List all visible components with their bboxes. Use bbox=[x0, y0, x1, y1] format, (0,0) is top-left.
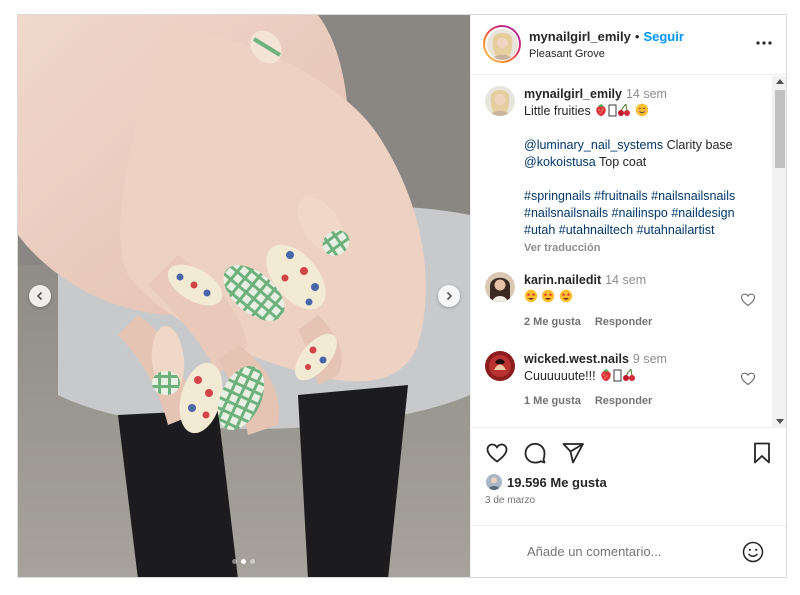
scrollbar-thumb[interactable] bbox=[775, 90, 785, 168]
scroll-up-arrow-icon[interactable] bbox=[776, 79, 784, 84]
avatar-image bbox=[486, 28, 518, 60]
comment-like-heart-icon[interactable] bbox=[740, 292, 756, 308]
hashtag-line[interactable]: #springnails #fruitnails #nailsnailsnail… bbox=[524, 188, 774, 205]
tofu-icon bbox=[608, 104, 617, 117]
author-username[interactable]: mynailgirl_emily bbox=[529, 29, 631, 44]
commenter-username[interactable]: wicked.west.nails bbox=[524, 352, 629, 366]
comment-time[interactable]: 14 sem bbox=[605, 273, 646, 287]
commenter-avatar[interactable] bbox=[485, 272, 515, 302]
post-dialog: mynailgirl_emily • Seguir Pleasant Grove bbox=[17, 14, 787, 578]
hashtag-line[interactable]: #nailsnailsnails #nailinspo #naildesign bbox=[524, 205, 774, 222]
reply-button[interactable]: Responder bbox=[595, 316, 652, 328]
cherries-emoji-icon bbox=[623, 368, 636, 381]
star-struck-emoji-icon bbox=[542, 289, 555, 303]
caption-username[interactable]: mynailgirl_emily bbox=[524, 87, 622, 101]
chevron-right-icon bbox=[446, 291, 453, 301]
add-comment-bar bbox=[471, 525, 786, 577]
strawberry-emoji-icon bbox=[601, 369, 611, 381]
comment-text: Cuuuuuute!!! bbox=[524, 369, 596, 383]
scroll-down-arrow-icon[interactable] bbox=[776, 419, 784, 424]
add-comment-input[interactable] bbox=[527, 544, 727, 559]
likes-count[interactable]: 19.596 Me gusta bbox=[507, 475, 607, 490]
post-actions-bar bbox=[471, 427, 786, 475]
star-struck-emoji-icon bbox=[524, 289, 538, 303]
reply-button[interactable]: Responder bbox=[595, 395, 652, 407]
comment-like-heart-icon[interactable] bbox=[740, 371, 756, 387]
commenter-avatar[interactable] bbox=[485, 351, 515, 381]
comment-text-line: Cuuuuuute!!! bbox=[524, 368, 734, 385]
likes-summary[interactable]: 19.596 Me gusta bbox=[485, 473, 607, 491]
mention-text: Top coat bbox=[599, 155, 647, 169]
author-avatar[interactable] bbox=[483, 25, 521, 63]
post-photo[interactable] bbox=[18, 15, 470, 577]
smiling-face-emoji-icon bbox=[635, 103, 648, 117]
heart-icon[interactable] bbox=[485, 441, 509, 465]
comment-meta: 1 Me gusta Responder bbox=[524, 395, 652, 407]
comment-text bbox=[524, 289, 734, 306]
chevron-left-icon bbox=[36, 291, 43, 301]
follow-button[interactable]: Seguir bbox=[643, 29, 683, 44]
mention-link[interactable]: @luminary_nail_systems bbox=[524, 138, 663, 152]
mention-text: Clarity base bbox=[666, 138, 733, 152]
caption-text: Little fruities bbox=[524, 104, 591, 118]
caption-line1: Little fruities bbox=[524, 103, 774, 120]
see-translation-link[interactable]: Ver traducción bbox=[524, 240, 774, 257]
more-horizontal-icon bbox=[756, 41, 772, 45]
send-icon[interactable] bbox=[561, 441, 585, 465]
nail-art-photo bbox=[18, 15, 470, 577]
caption-avatar[interactable] bbox=[485, 86, 515, 116]
mention-link[interactable]: @kokoistusa bbox=[524, 155, 596, 169]
smiley-icon[interactable] bbox=[741, 540, 765, 564]
carousel-prev-button[interactable] bbox=[29, 285, 51, 307]
commenter-username[interactable]: karin.nailedit bbox=[524, 273, 601, 287]
comment-time[interactable]: 9 sem bbox=[633, 352, 667, 366]
tofu-icon bbox=[613, 369, 622, 382]
comments-scrollbar[interactable] bbox=[772, 76, 786, 427]
comment-item: wicked.west.nails 9 sem Cuuuuuute!!! 1 Me… bbox=[485, 351, 775, 421]
post-header: mynailgirl_emily • Seguir Pleasant Grove bbox=[471, 15, 786, 75]
comment-likes-link[interactable]: 2 Me gusta bbox=[524, 316, 581, 328]
cherries-emoji-icon bbox=[618, 103, 631, 116]
caption-time[interactable]: 14 sem bbox=[626, 87, 667, 101]
comment-meta: 2 Me gusta Responder bbox=[524, 316, 652, 328]
carousel-next-button[interactable] bbox=[438, 285, 460, 307]
carousel-dot bbox=[250, 559, 255, 564]
carousel-dot bbox=[232, 559, 237, 564]
comments-scroll-area[interactable]: mynailgirl_emily 14 sem Little fruities @… bbox=[471, 76, 786, 427]
star-struck-emoji-icon bbox=[559, 289, 573, 303]
carousel-dots bbox=[232, 559, 255, 564]
comment-likes-link[interactable]: 1 Me gusta bbox=[524, 395, 581, 407]
liker-avatar bbox=[485, 473, 503, 491]
more-options-button[interactable] bbox=[754, 33, 774, 53]
post-date[interactable]: 3 de marzo bbox=[485, 495, 535, 506]
carousel-dot-active bbox=[241, 559, 246, 564]
comment-item: karin.nailedit 14 sem 2 Me gusta Responde… bbox=[485, 272, 775, 342]
strawberry-emoji-icon bbox=[596, 104, 606, 116]
hashtag-line[interactable]: #utah #utahnailtech #utahnailartist bbox=[524, 222, 774, 239]
separator-dot: • bbox=[634, 29, 640, 44]
post-side-panel: mynailgirl_emily • Seguir Pleasant Grove bbox=[470, 15, 786, 577]
bookmark-icon[interactable] bbox=[750, 441, 774, 465]
post-location[interactable]: Pleasant Grove bbox=[529, 48, 684, 60]
comment-icon[interactable] bbox=[523, 441, 547, 465]
